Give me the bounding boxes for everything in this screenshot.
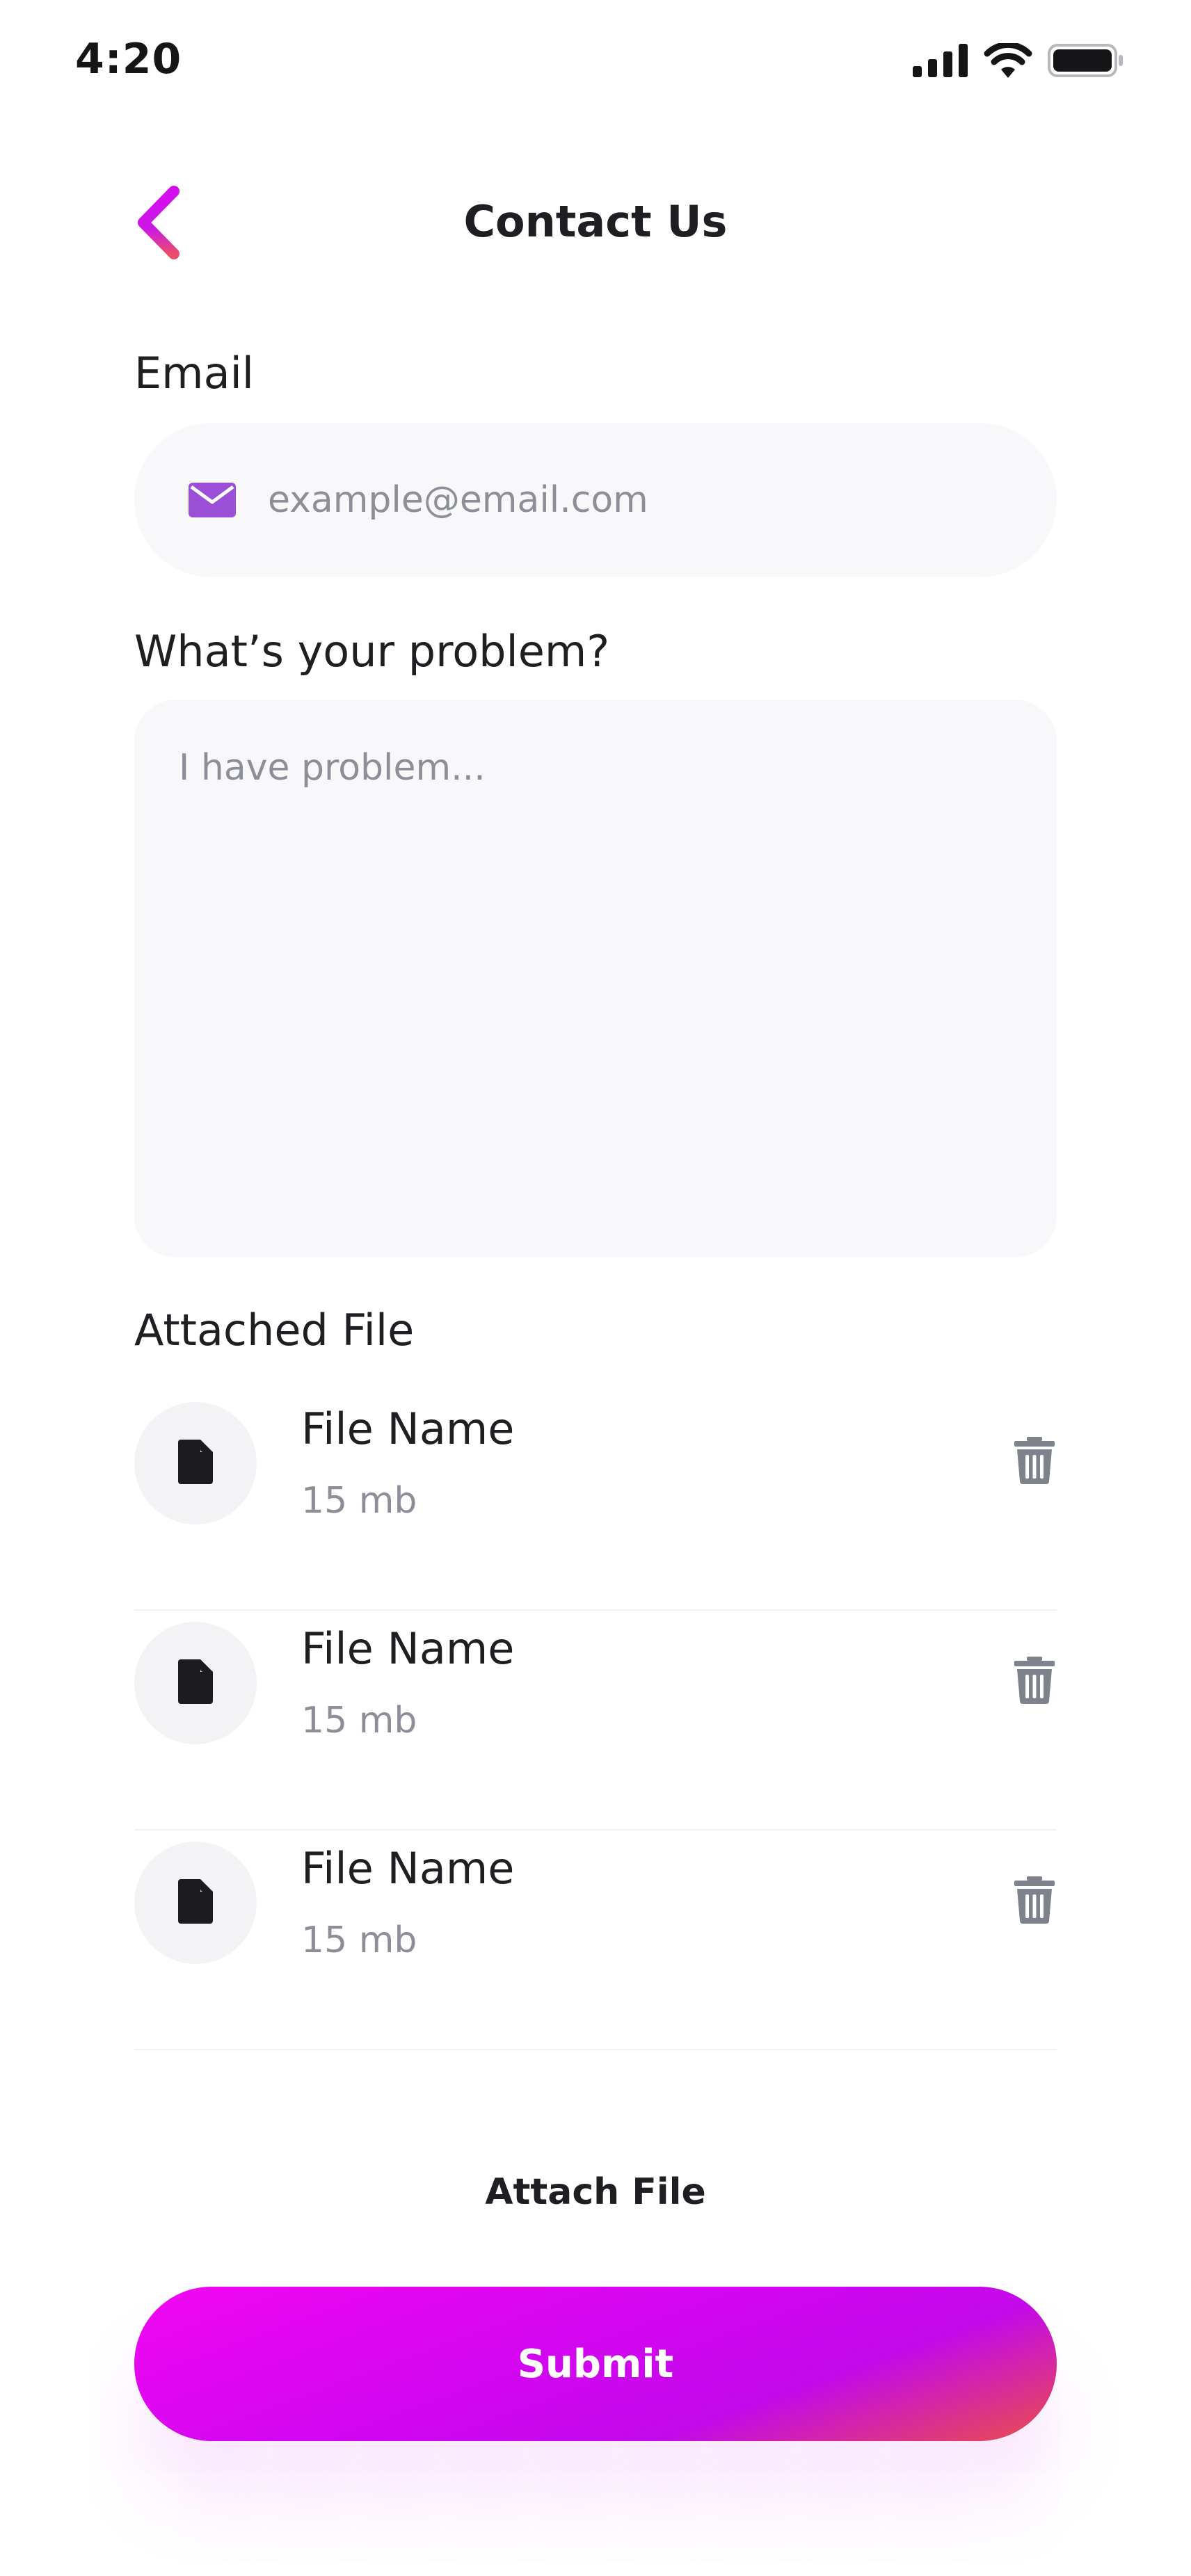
trash-icon bbox=[1014, 1657, 1055, 1707]
file-name: File Name bbox=[301, 1403, 515, 1454]
file-size: 15 mb bbox=[301, 1919, 417, 1961]
wifi-icon bbox=[984, 41, 1032, 81]
signal-icon bbox=[913, 44, 968, 80]
file-name: File Name bbox=[301, 1623, 515, 1674]
document-icon bbox=[178, 1440, 213, 1487]
submit-button[interactable]: Submit bbox=[134, 2287, 1057, 2441]
email-field[interactable] bbox=[134, 423, 1057, 577]
delete-file-button[interactable] bbox=[1012, 1654, 1057, 1709]
file-size: 15 mb bbox=[301, 1480, 417, 1522]
file-list: File Name 15 mb File Name 15 mb File Nam… bbox=[134, 1391, 1057, 2050]
file-item: File Name 15 mb bbox=[134, 1391, 1057, 1611]
delete-file-button[interactable] bbox=[1012, 1434, 1057, 1490]
page-title: Contact Us bbox=[463, 196, 728, 247]
file-name: File Name bbox=[301, 1843, 515, 1894]
problem-label: What’s your problem? bbox=[134, 626, 610, 677]
file-item: File Name 15 mb bbox=[134, 1611, 1057, 1830]
document-icon bbox=[178, 1879, 213, 1926]
status-bar: 4:20 bbox=[0, 0, 1191, 125]
file-size: 15 mb bbox=[301, 1700, 417, 1741]
file-icon-circle bbox=[134, 1842, 257, 1964]
trash-icon bbox=[1014, 1437, 1055, 1487]
mail-icon bbox=[189, 483, 236, 517]
file-icon-circle bbox=[134, 1622, 257, 1744]
email-input[interactable] bbox=[266, 478, 965, 522]
status-icons bbox=[913, 41, 1124, 81]
delete-file-button[interactable] bbox=[1012, 1874, 1057, 1929]
problem-field[interactable] bbox=[134, 700, 1057, 1257]
status-time: 4:20 bbox=[75, 35, 182, 83]
file-item: File Name 15 mb bbox=[134, 1830, 1057, 2050]
problem-textarea[interactable] bbox=[179, 747, 1012, 1210]
email-label: Email bbox=[134, 348, 255, 399]
attached-file-label: Attached File bbox=[134, 1305, 415, 1355]
file-icon-circle bbox=[134, 1402, 257, 1524]
trash-icon bbox=[1014, 1876, 1055, 1926]
document-icon bbox=[178, 1659, 213, 1707]
battery-icon bbox=[1048, 44, 1124, 80]
attach-file-button[interactable]: Attach File bbox=[0, 2171, 1191, 2213]
